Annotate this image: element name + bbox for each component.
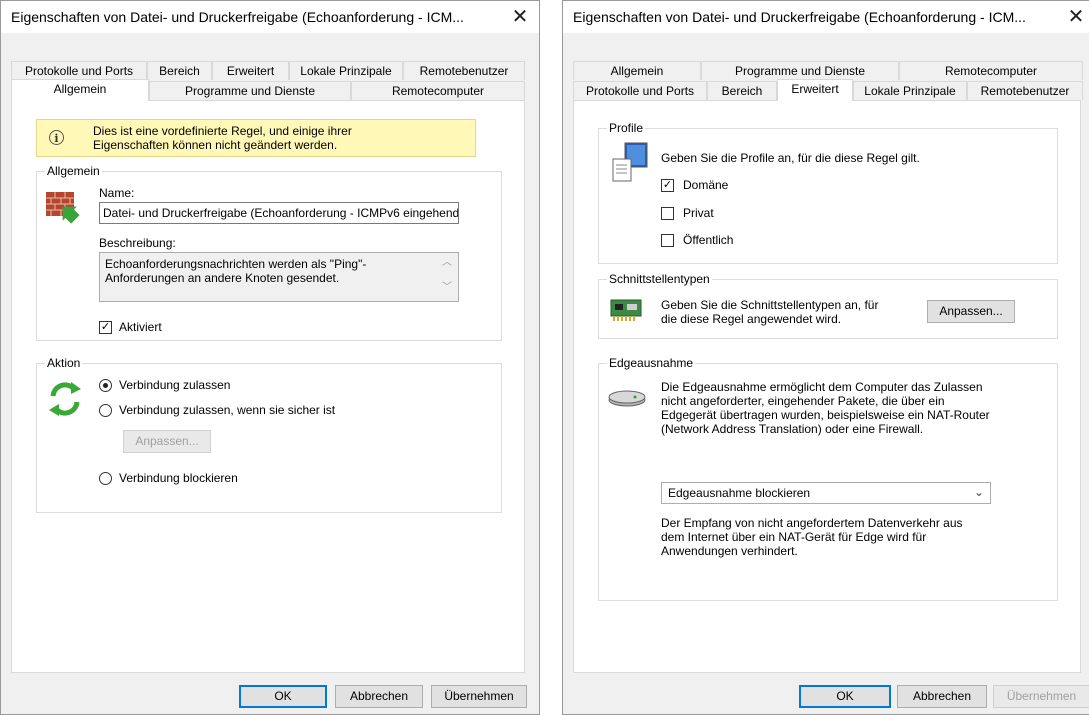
tab-general[interactable]: Allgemein (573, 61, 701, 80)
info-text-line2: Eigenschaften können nicht geändert werd… (93, 138, 338, 152)
tab-remote-users[interactable]: Remotebenutzer (967, 81, 1083, 100)
tab-row-back: Allgemein Programme und Dienste Remoteco… (573, 61, 1083, 81)
tab-programs-services[interactable]: Programme und Dienste (701, 61, 899, 80)
interfaces-group: Schnittstellentypen Geben Sie die Schnit… (598, 272, 1058, 339)
private-checkbox[interactable] (661, 207, 674, 220)
enabled-label: Aktiviert (119, 320, 162, 334)
title-bar[interactable]: Eigenschaften von Datei- und Druckerfrei… (1, 1, 539, 33)
profiles-text: Geben Sie die Profile an, für die diese … (661, 151, 920, 165)
scroll-down-icon[interactable]: ﹀ (442, 281, 452, 295)
description-label: Beschreibung: (99, 236, 176, 250)
domain-checkbox[interactable]: ✓ (661, 179, 674, 192)
edge-traversal-group: Edgeausnahme Die Edgeausnahme ermöglicht… (598, 356, 1058, 601)
edge-device-icon (608, 390, 646, 407)
profiles-group-label: Profile (607, 121, 646, 135)
tab-local-principals[interactable]: Lokale Prinzipale (289, 61, 403, 80)
interfaces-group-label: Schnittstellentypen (607, 272, 712, 286)
cancel-button[interactable]: Abbrechen (335, 685, 423, 708)
action-group: Aktion Verbindung zulassen Verbindung zu… (36, 356, 502, 513)
ok-button[interactable]: OK (799, 685, 891, 708)
apply-button[interactable]: Übernehmen (431, 685, 527, 708)
tab-panel-advanced: Profile Geben Sie die Profile an, für di… (573, 100, 1081, 673)
private-label: Privat (683, 206, 714, 220)
network-card-icon (610, 299, 642, 321)
block-connection-label: Verbindung blockieren (119, 471, 238, 485)
block-connection-radio[interactable] (99, 472, 112, 485)
tab-remote-computers[interactable]: Remotecomputer (351, 81, 525, 100)
info-text-line1: Dies ist eine vordefinierte Regel, und e… (93, 124, 352, 138)
allow-arrows-icon (49, 382, 81, 416)
tab-row-front: Protokolle und Ports Bereich Erweitert L… (573, 79, 1083, 101)
action-group-label: Aktion (45, 356, 83, 370)
description-line2: Anforderungen an andere Knoten gesendet. (105, 271, 340, 285)
computer-profile-icon (612, 142, 648, 182)
tab-scope[interactable]: Bereich (147, 61, 212, 80)
tab-advanced[interactable]: Erweitert (777, 79, 853, 101)
edge-desc-line2: dem Internet über ein NAT-Gerät für Edge… (661, 530, 927, 544)
tab-remote-computers[interactable]: Remotecomputer (899, 61, 1083, 80)
public-label: Öffentlich (683, 233, 734, 247)
allow-secure-label: Verbindung zulassen, wenn sie sicher ist (119, 403, 336, 417)
edge-select-value: Edgeausnahme blockieren (668, 486, 811, 500)
close-icon[interactable]: ✕ (507, 4, 533, 30)
interfaces-text-line1: Geben Sie die Schnittstellentypen an, fü… (661, 298, 879, 312)
general-group: Allgemein Name: Datei- und Druckerfreiga… (36, 164, 502, 341)
tab-advanced[interactable]: Erweitert (212, 61, 289, 80)
enabled-checkbox[interactable]: ✓ (99, 321, 112, 334)
cancel-button[interactable]: Abbrechen (897, 685, 987, 708)
edge-text-line2: nicht angeforderter, eingehender Pakete,… (661, 394, 945, 408)
window-title: Eigenschaften von Datei- und Druckerfrei… (11, 9, 464, 25)
edge-desc-line1: Der Empfang von nicht angefordertem Date… (661, 516, 963, 530)
name-label: Name: (99, 186, 135, 200)
properties-dialog-advanced: Eigenschaften von Datei- und Druckerfrei… (562, 0, 1089, 715)
public-checkbox[interactable] (661, 234, 674, 247)
window-title: Eigenschaften von Datei- und Druckerfrei… (573, 9, 1026, 25)
close-icon[interactable]: ✕ (1063, 4, 1089, 30)
edge-desc-line3: Anwendungen verhindert. (661, 544, 798, 558)
tab-row-front: Allgemein Programme und Dienste Remoteco… (11, 79, 531, 101)
name-field[interactable]: Datei- und Druckerfreigabe (Echoanforder… (99, 202, 459, 224)
tab-panel-general: i Dies ist eine vordefinierte Regel, und… (11, 100, 525, 673)
general-group-label: Allgemein (45, 164, 102, 178)
domain-label: Domäne (683, 178, 729, 192)
customize-button[interactable]: Anpassen... (123, 430, 211, 453)
edge-text-line3: Edgegerät übertragen wurden, beispielswe… (661, 408, 990, 422)
tab-protocols-ports[interactable]: Protokolle und Ports (11, 61, 147, 80)
edge-group-label: Edgeausnahme (607, 356, 696, 370)
description-line1: Echoanforderungsnachrichten werden als "… (105, 257, 367, 271)
description-field[interactable]: Echoanforderungsnachrichten werden als "… (99, 252, 459, 302)
tab-row-back: Protokolle und Ports Bereich Erweitert L… (11, 61, 531, 81)
customize-interfaces-button[interactable]: Anpassen... (927, 300, 1015, 323)
properties-dialog-general: Eigenschaften von Datei- und Druckerfrei… (0, 0, 540, 715)
ok-button[interactable]: OK (239, 685, 327, 708)
allow-connection-label: Verbindung zulassen (119, 378, 231, 392)
tab-protocols-ports[interactable]: Protokolle und Ports (573, 81, 707, 100)
interfaces-text-line2: die diese Regel angewendet wird. (661, 312, 842, 326)
title-bar[interactable]: Eigenschaften von Datei- und Druckerfrei… (563, 1, 1089, 33)
tab-local-principals[interactable]: Lokale Prinzipale (853, 81, 967, 100)
edge-text-line1: Die Edgeausnahme ermöglicht dem Computer… (661, 380, 983, 394)
tab-remote-users[interactable]: Remotebenutzer (403, 61, 525, 80)
info-bar: i Dies ist eine vordefinierte Regel, und… (36, 119, 476, 157)
edge-traversal-select[interactable]: Edgeausnahme blockieren ⌄ (661, 482, 991, 504)
firewall-brick-icon (46, 192, 80, 224)
allow-secure-radio[interactable] (99, 404, 112, 417)
tab-programs-services[interactable]: Programme und Dienste (149, 81, 351, 100)
edge-text-line4: (Network Address Translation) oder eine … (661, 422, 924, 436)
tab-scope[interactable]: Bereich (707, 81, 777, 100)
allow-connection-radio[interactable] (99, 379, 112, 392)
chevron-down-icon: ⌄ (973, 485, 984, 499)
info-icon: i (49, 130, 64, 145)
profiles-group: Profile Geben Sie die Profile an, für di… (598, 121, 1058, 264)
tab-general[interactable]: Allgemein (11, 79, 149, 101)
scroll-up-icon[interactable]: ︿ (442, 256, 452, 270)
apply-button[interactable]: Übernehmen (993, 685, 1089, 708)
